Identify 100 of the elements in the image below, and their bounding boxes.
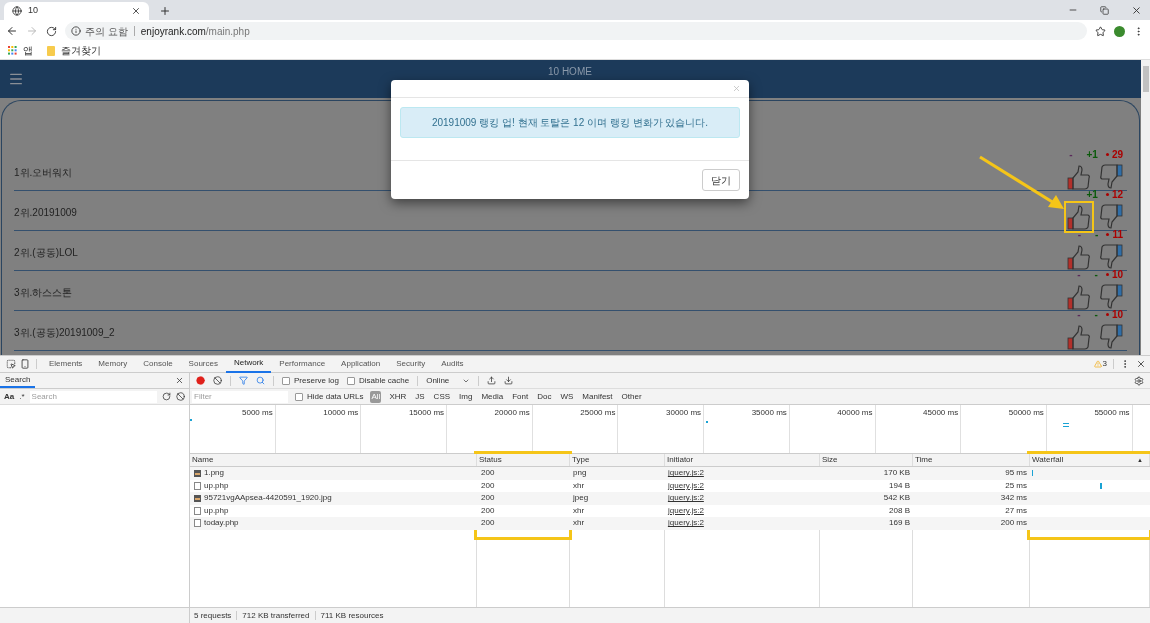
bullet-icon bbox=[1105, 153, 1109, 156]
close-icon[interactable] bbox=[175, 376, 184, 385]
initiator-link[interactable]: jquery.js:2 bbox=[668, 492, 704, 505]
reload-icon[interactable] bbox=[46, 25, 57, 37]
table-cell-text: 27 ms bbox=[1004, 504, 1028, 517]
throttling-dropdown[interactable]: Online bbox=[426, 374, 471, 387]
type-filter[interactable]: XHR bbox=[388, 390, 408, 403]
ranking-label[interactable]: 2위.20191009 bbox=[14, 201, 77, 220]
table-cell[interactable]: today.php bbox=[204, 517, 239, 530]
warning-count[interactable]: 3 bbox=[1093, 358, 1107, 370]
ranking-label[interactable]: 3위.하스스톤 bbox=[14, 281, 73, 300]
column-header[interactable]: Name bbox=[190, 454, 477, 466]
download-icon[interactable] bbox=[504, 376, 514, 385]
checkbox[interactable]: Hide data URLs bbox=[295, 390, 364, 403]
scrollbar[interactable] bbox=[1141, 60, 1150, 355]
type-filter[interactable]: WS bbox=[559, 390, 575, 403]
type-filter[interactable]: Media bbox=[480, 390, 505, 403]
initiator-link[interactable]: jquery.js:2 bbox=[668, 517, 704, 530]
browser-tab[interactable]: 10 bbox=[4, 2, 149, 20]
tick-label: 10000 ms bbox=[323, 408, 359, 417]
rank-change: - bbox=[1077, 308, 1081, 322]
address-field[interactable]: 주의 요함 enjoyrank.com/main.php bbox=[65, 22, 1087, 40]
devtools-tab[interactable]: Security bbox=[388, 355, 434, 373]
checkbox[interactable]: Preserve log bbox=[282, 374, 339, 387]
back-icon[interactable] bbox=[6, 25, 18, 37]
column-header[interactable]: Status bbox=[477, 454, 570, 466]
tick-label: 30000 ms bbox=[666, 408, 702, 417]
checkbox[interactable]: Disable cache bbox=[346, 374, 410, 387]
restore-icon[interactable] bbox=[1100, 5, 1109, 15]
column-header[interactable]: Initiator bbox=[665, 454, 820, 466]
column-header[interactable]: Size bbox=[820, 454, 913, 466]
search-field[interactable]: Search bbox=[29, 390, 157, 403]
devtools-tab[interactable]: Elements bbox=[41, 355, 91, 373]
clear-icon[interactable] bbox=[176, 392, 185, 401]
score: 29 bbox=[1111, 148, 1123, 162]
table-cell-text: 200 bbox=[480, 492, 496, 505]
ranking-label[interactable]: 2위.(공동)LOL bbox=[14, 241, 78, 260]
close-button[interactable]: 닫기 bbox=[702, 169, 740, 191]
initiator-link[interactable]: jquery.js:2 bbox=[668, 479, 704, 492]
type-filter[interactable]: Font bbox=[511, 390, 530, 403]
thumbs-up-icon[interactable] bbox=[1067, 283, 1091, 310]
thumbs-down-icon[interactable] bbox=[1099, 203, 1123, 230]
close-icon[interactable] bbox=[1131, 4, 1142, 16]
devtools-tab[interactable]: Application bbox=[333, 355, 389, 373]
refresh-icon[interactable] bbox=[162, 392, 171, 401]
close-icon[interactable] bbox=[131, 6, 141, 16]
table-cell[interactable]: 95721vgAApsea-4420591_1920.jpg bbox=[204, 492, 332, 505]
ranking-label[interactable]: 3위.(공동)20191009_2 bbox=[14, 321, 115, 340]
info-icon[interactable] bbox=[71, 26, 81, 36]
thumbs-up-icon[interactable] bbox=[1067, 323, 1091, 350]
thumbs-down-icon[interactable] bbox=[1099, 323, 1123, 350]
match-case-toggle[interactable]: Aa bbox=[4, 390, 15, 403]
column-header[interactable]: Time bbox=[913, 454, 1030, 466]
avatar-icon[interactable] bbox=[1114, 25, 1125, 37]
bookmark-star-icon[interactable] bbox=[1095, 25, 1106, 37]
thumbs-up-icon[interactable] bbox=[1067, 163, 1091, 190]
upload-icon[interactable] bbox=[487, 376, 497, 385]
thumbs-down-icon[interactable] bbox=[1099, 163, 1123, 190]
device-icon[interactable] bbox=[20, 359, 30, 369]
bullet-icon bbox=[1105, 193, 1109, 196]
devtools-tab[interactable]: Console bbox=[135, 355, 181, 373]
type-filter[interactable]: Doc bbox=[536, 390, 553, 403]
initiator-link[interactable]: jquery.js:2 bbox=[668, 504, 704, 517]
rank-change: - bbox=[1077, 228, 1082, 242]
clear-icon[interactable] bbox=[213, 376, 222, 385]
type-filter[interactable]: JS bbox=[414, 390, 426, 403]
table-cell[interactable]: up.php bbox=[204, 504, 229, 517]
menu-icon[interactable] bbox=[8, 71, 24, 87]
column-header[interactable]: Type bbox=[570, 454, 665, 466]
bookmark-item[interactable]: 앱 bbox=[8, 43, 33, 58]
initiator-link[interactable]: jquery.js:2 bbox=[668, 467, 704, 480]
settings-icon[interactable] bbox=[1134, 375, 1144, 386]
table-cell[interactable]: up.php bbox=[204, 479, 229, 492]
table-cell-text: 25 ms bbox=[1004, 479, 1028, 492]
search-icon[interactable] bbox=[256, 376, 265, 385]
type-filter[interactable]: CSS bbox=[432, 390, 452, 403]
type-filter[interactable]: Img bbox=[458, 390, 474, 403]
devtools-tab[interactable]: Performance bbox=[271, 355, 334, 373]
close-icon[interactable] bbox=[1136, 359, 1146, 369]
thumbs-down-icon[interactable] bbox=[1099, 283, 1123, 310]
table-cell[interactable]: 1.png bbox=[204, 467, 225, 480]
inspect-icon[interactable] bbox=[6, 359, 16, 369]
status-text: 712 KB transferred bbox=[242, 609, 310, 622]
new-tab-icon[interactable] bbox=[159, 5, 171, 17]
table-cell-text: 95 ms bbox=[1004, 467, 1028, 480]
filter-icon[interactable] bbox=[239, 376, 248, 385]
type-filter[interactable]: Other bbox=[620, 390, 643, 403]
bookmark-item[interactable]: 즐겨찾기 bbox=[47, 43, 101, 58]
devtools-tab[interactable]: Audits bbox=[433, 355, 472, 373]
regex-toggle[interactable]: .* bbox=[19, 390, 25, 403]
ranking-label[interactable]: 1위.오버워치 bbox=[14, 161, 73, 180]
devtools-tab[interactable]: Memory bbox=[90, 355, 136, 373]
record-icon[interactable] bbox=[196, 376, 205, 385]
devtools-tab[interactable]: Sources bbox=[180, 355, 226, 373]
filter-field[interactable]: Filter bbox=[192, 390, 288, 403]
thumbs-down-icon[interactable] bbox=[1099, 243, 1123, 270]
thumbs-up-icon[interactable] bbox=[1067, 243, 1091, 270]
table-cell-text: 200 bbox=[480, 467, 496, 480]
score: 10 bbox=[1111, 308, 1123, 322]
type-filter[interactable]: Manifest bbox=[581, 390, 614, 403]
